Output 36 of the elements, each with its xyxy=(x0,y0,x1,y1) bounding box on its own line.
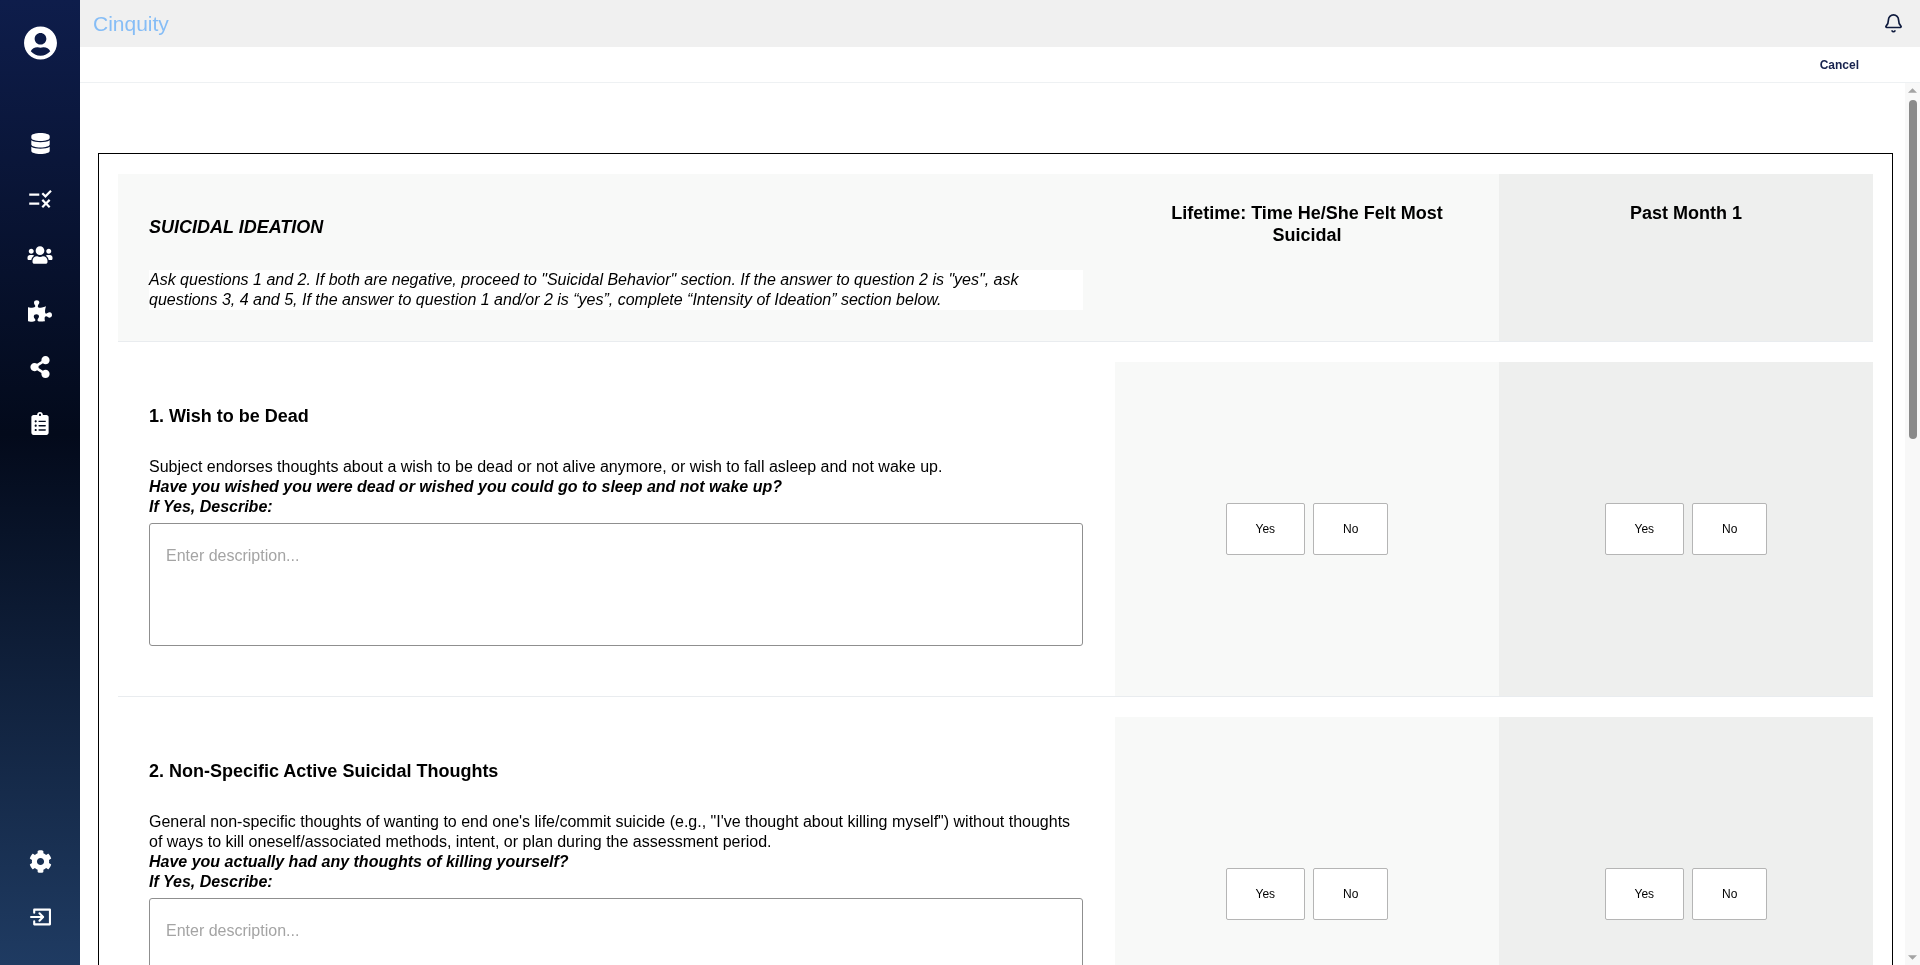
puzzle-icon[interactable] xyxy=(28,300,52,322)
question-prompt: Have you actually had any thoughts of killing yourself? xyxy=(149,852,569,872)
clipboard-list-icon[interactable] xyxy=(31,411,49,435)
settings-icon[interactable] xyxy=(28,849,52,873)
answer-option[interactable]: Yes xyxy=(1225,868,1306,920)
column-header: Lifetime: Time He/She Felt Most Suicidal xyxy=(1170,202,1444,246)
database-icon[interactable] xyxy=(30,132,50,154)
answer-option[interactable]: No xyxy=(1692,503,1768,555)
login-icon[interactable] xyxy=(29,907,51,927)
answer-option[interactable]: No xyxy=(1313,503,1389,555)
checklist-icon[interactable] xyxy=(28,190,52,208)
describe-label: If Yes, Describe: xyxy=(149,497,273,517)
user-avatar-icon[interactable] xyxy=(23,26,57,60)
scrollbar-track[interactable] xyxy=(1905,83,1920,965)
answer-option[interactable]: No xyxy=(1313,868,1389,920)
cancel-button[interactable]: Cancel xyxy=(1819,58,1859,71)
question-prompt: Have you wished you were dead or wished you could go to sleep and not wake up? xyxy=(149,477,782,497)
answer-option[interactable]: Yes xyxy=(1604,868,1685,920)
description-field[interactable]: Enter description... xyxy=(149,898,1083,965)
question-description: General non-specific thoughts of wanting to end one's life/commit suicide (e.g., "I've thought about killing myself") without thoughts of ways to kill oneself/associated methods, intent, or plan during the assessment period. xyxy=(149,812,1072,852)
share-icon[interactable] xyxy=(30,356,50,378)
scrollbar-thumb[interactable] xyxy=(1908,100,1917,439)
describe-label: If Yes, Describe: xyxy=(149,872,273,892)
question-description: Subject endorses thoughts about a wish to be dead or not alive anymore, or wish to fall asleep and not wake up. xyxy=(149,457,944,477)
answer-option[interactable]: No xyxy=(1692,868,1768,920)
question-title: 2. Non-Specific Active Suicidal Thoughts xyxy=(149,761,499,782)
question-title: 1. Wish to be Dead xyxy=(149,406,309,427)
instructions-text: Ask questions 1 and 2. If both are negative, proceed to "Suicidal Behavior" section. If the answer to question 2 is "yes", ask questions 3, 4 and 5, If the answer to question 1 and/or 2 is “yes”, complete “Intensity of Ideation” section below. xyxy=(149,270,1083,310)
users-icon[interactable] xyxy=(26,245,54,265)
column-header: Past Month 1 xyxy=(1630,202,1742,224)
section-title: SUICIDAL IDEATION xyxy=(149,217,324,238)
answer-option[interactable]: Yes xyxy=(1225,503,1306,555)
app-logo: Cinquity xyxy=(93,13,169,34)
answer-option[interactable]: Yes xyxy=(1604,503,1685,555)
description-field[interactable]: Enter description... xyxy=(149,523,1083,646)
notification-bell-icon[interactable] xyxy=(1885,14,1902,33)
